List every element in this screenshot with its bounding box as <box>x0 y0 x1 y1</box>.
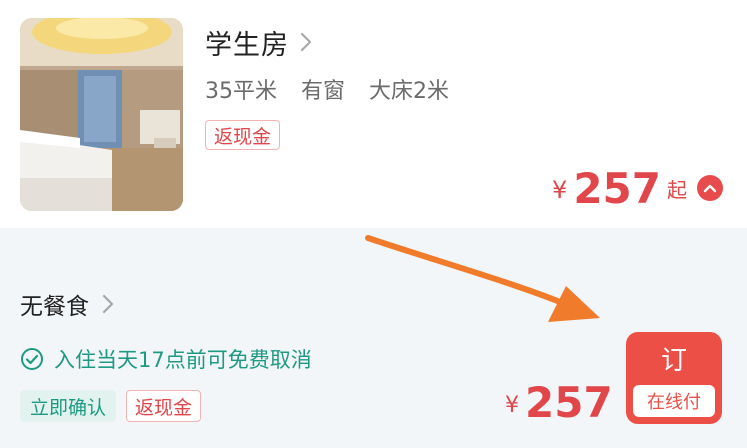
rate-plan-tags: 立即确认 返现金 <box>20 390 202 422</box>
room-area: 35平米 <box>205 79 277 104</box>
hotel-room-listing: 学生房 35平米 有窗 大床2米 返现金 ¥ 257 起 无餐食 入住当天17点… <box>0 0 747 448</box>
rate-plan-price: ¥ 257 <box>505 374 613 424</box>
instant-confirm-tag: 立即确认 <box>20 390 117 422</box>
room-price-currency: ¥ <box>552 176 568 204</box>
collapse-button[interactable] <box>697 175 723 201</box>
check-circle-icon <box>21 348 43 370</box>
chevron-right-icon <box>300 32 312 52</box>
rate-plan-name: 无餐食 <box>20 294 89 320</box>
chevron-right-icon <box>102 294 114 314</box>
chevron-up-icon <box>703 184 717 193</box>
room-tags: 返现金 <box>205 120 281 150</box>
hotel-room-image <box>20 18 183 211</box>
room-photo[interactable] <box>20 18 183 211</box>
rate-plan-title-row[interactable]: 无餐食 <box>20 286 115 322</box>
cancel-policy: 入住当天17点前可免费取消 <box>20 342 312 376</box>
room-title-row[interactable]: 学生房 <box>205 22 313 62</box>
book-button-label: 订 <box>660 346 687 376</box>
rate-price-value: 257 <box>525 378 613 427</box>
rate-plan[interactable]: 无餐食 入住当天17点前可免费取消 立即确认 返现金 ¥ 257 订 在线付 <box>0 228 747 448</box>
room-window: 有窗 <box>301 79 346 104</box>
room-features: 35平米 有窗 大床2米 <box>205 72 449 106</box>
room-price-suffix: 起 <box>667 178 687 202</box>
rate-price-currency: ¥ <box>505 393 519 418</box>
pay-online-label: 在线付 <box>633 385 715 417</box>
cashback-tag: 返现金 <box>126 390 202 422</box>
room-card[interactable]: 学生房 35平米 有窗 大床2米 返现金 ¥ 257 起 <box>0 0 747 228</box>
cashback-tag: 返现金 <box>205 120 281 150</box>
room-name: 学生房 <box>205 29 289 61</box>
room-price-value: 257 <box>573 164 661 213</box>
room-price: ¥ 257 起 <box>552 160 723 210</box>
book-button[interactable]: 订 在线付 <box>626 332 722 424</box>
room-bed: 大床2米 <box>369 79 450 104</box>
cancel-policy-text: 入住当天17点前可免费取消 <box>54 348 312 372</box>
